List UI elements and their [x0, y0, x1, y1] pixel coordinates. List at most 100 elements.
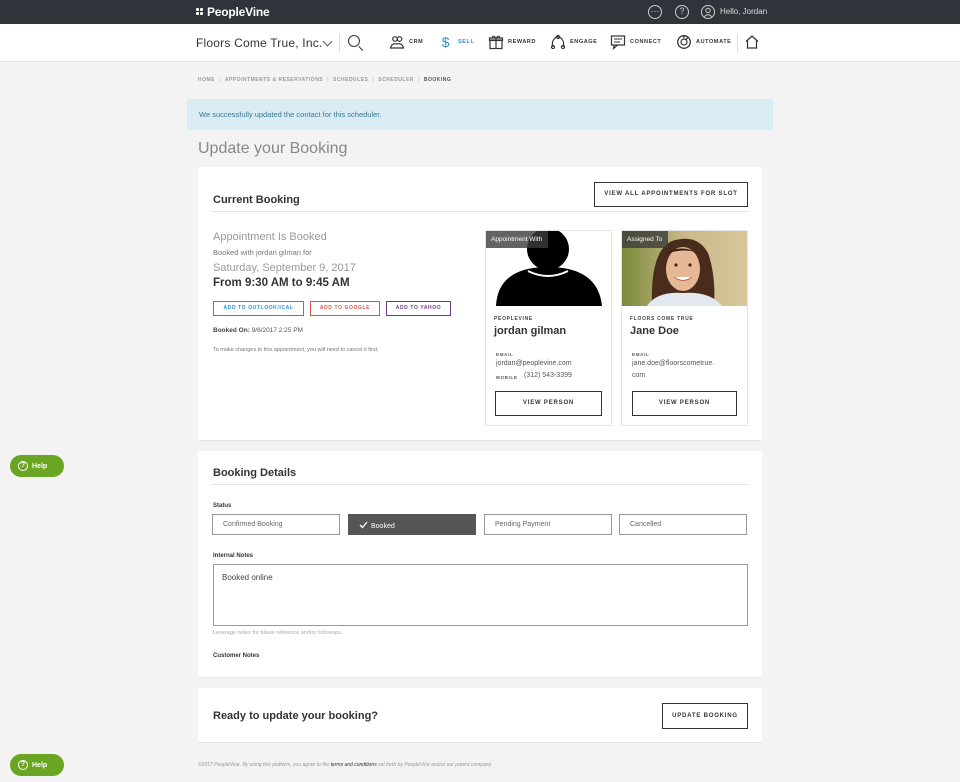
- appointment-with-card: Appointment With PEOPLEVINE jordan gilma…: [485, 230, 612, 426]
- person-name: jordan gilman: [494, 325, 567, 337]
- breadcrumb-current: BOOKING: [423, 77, 452, 83]
- logo-mark-icon: [196, 8, 204, 16]
- footer-text-end: set forth by PeopleVine and/or our paren…: [378, 762, 493, 768]
- appointment-with-tag: Appointment With: [486, 231, 549, 248]
- help-button[interactable]: ? Help: [10, 754, 64, 776]
- nav-label: CONNECT: [630, 39, 662, 45]
- help-icon[interactable]: ?: [675, 5, 689, 19]
- nav-label: ENGAGE: [570, 39, 598, 45]
- person-org: PEOPLEVINE: [494, 316, 533, 322]
- view-person-button[interactable]: VIEW PERSON: [632, 391, 737, 416]
- footer: ©2017 PeopleVine. By using this platform…: [198, 762, 492, 768]
- person-mobile[interactable]: (312) 543-3399: [524, 372, 572, 379]
- mobile-label: MOBILE: [496, 375, 518, 380]
- divider: [213, 211, 748, 212]
- greeting[interactable]: Hello, Jordan: [720, 7, 767, 16]
- breadcrumb-separator: |: [372, 77, 375, 83]
- divider: [737, 34, 738, 52]
- section-title: Booking Details: [213, 467, 297, 479]
- assigned-email[interactable]: jane.doe@floorscometrue.: [632, 360, 714, 367]
- breadcrumb-scheduler[interactable]: SCHEDULER: [378, 77, 414, 83]
- add-to-yahoo-button[interactable]: ADD TO YAHOO: [386, 301, 451, 316]
- chevron-down-icon[interactable]: [322, 36, 333, 47]
- section-title: Current Booking: [213, 194, 300, 206]
- internal-notes-textarea[interactable]: Booked online: [213, 564, 748, 626]
- booked-on: Booked On: 9/6/2017 2:25 PM: [213, 327, 303, 334]
- internal-notes-label: Internal Notes: [213, 553, 254, 559]
- appointment-date: Saturday, September 9, 2017: [213, 262, 356, 274]
- breadcrumb-schedules[interactable]: SCHEDULES: [333, 77, 368, 83]
- gift-icon: [488, 34, 504, 50]
- help-label: Help: [32, 761, 48, 769]
- help-icon: ?: [18, 461, 28, 471]
- customer-notes-label: Customer Notes: [213, 653, 260, 659]
- email-label: EMAIL: [632, 352, 650, 357]
- breadcrumb-separator: |: [417, 77, 420, 83]
- dollar-icon: $: [441, 34, 451, 50]
- person-avatar: Appointment With: [486, 231, 611, 306]
- current-booking-card: Current Booking VIEW ALL APPOINTMENTS FO…: [198, 167, 762, 441]
- update-booking-button[interactable]: UPDATE BOOKING: [662, 703, 748, 729]
- assigned-org: FLOORS COME TRUE: [630, 316, 694, 322]
- email-label: EMAIL: [496, 352, 514, 357]
- footer-text: ©2017 PeopleVine. By using this platform…: [198, 762, 330, 768]
- terms-link[interactable]: terms and conditions: [331, 762, 377, 768]
- divider: [213, 484, 748, 485]
- nav-label: AUTOMATE: [696, 39, 732, 45]
- breadcrumb-appointments[interactable]: APPOINTMENTS & RESERVATIONS: [225, 77, 323, 83]
- top-bar: PeopleVine ··· ? Hello, Jordan: [0, 0, 960, 24]
- assigned-photo: Assigned To: [622, 231, 747, 306]
- crm-icon: [389, 34, 405, 50]
- status-label: Status: [213, 503, 232, 509]
- assigned-to-tag: Assigned To: [622, 231, 669, 248]
- nav-automate[interactable]: AUTOMATE: [676, 34, 731, 50]
- account-selector[interactable]: Floors Come True, Inc.: [196, 36, 322, 50]
- engage-icon: [550, 34, 566, 50]
- status-option-cancelled[interactable]: Cancelled: [619, 514, 747, 535]
- person-email[interactable]: jordan@peoplevine.com: [496, 360, 572, 367]
- status-option-confirmed[interactable]: Confirmed Booking: [212, 514, 340, 535]
- appointment-time: From 9:30 AM to 9:45 AM: [213, 277, 350, 289]
- nav-label: SELL: [458, 39, 475, 45]
- help-button[interactable]: ? Help: [10, 455, 64, 477]
- booked-on-label: Booked On:: [213, 327, 250, 334]
- logo-text: PeopleVine: [207, 5, 270, 19]
- status-option-booked[interactable]: Booked: [348, 514, 476, 535]
- main-nav: Floors Come True, Inc. CRM $ SELL REWARD…: [0, 24, 960, 62]
- divider: [339, 34, 340, 52]
- user-icon[interactable]: [701, 5, 715, 19]
- nav-sell[interactable]: $ SELL: [438, 34, 474, 50]
- nav-label: REWARD: [508, 39, 537, 45]
- status-option-pending-payment[interactable]: Pending Payment: [484, 514, 612, 535]
- appointment-status: Appointment Is Booked: [213, 231, 327, 243]
- view-person-button[interactable]: VIEW PERSON: [495, 391, 602, 416]
- home-icon[interactable]: [745, 35, 759, 49]
- add-to-google-button[interactable]: ADD TO GOOGLE: [310, 301, 380, 316]
- nav-label: CRM: [409, 39, 424, 45]
- nav-crm[interactable]: CRM: [389, 34, 423, 50]
- search-icon[interactable]: [348, 35, 360, 47]
- breadcrumb-separator: |: [219, 77, 221, 83]
- chat-icon: [610, 34, 626, 51]
- assigned-name: Jane Doe: [630, 325, 679, 337]
- automate-icon: [676, 34, 692, 50]
- status-option-label: Booked: [371, 523, 395, 530]
- assigned-email-continued[interactable]: com: [632, 372, 645, 379]
- nav-engage[interactable]: ENGAGE: [550, 34, 597, 50]
- view-all-appointments-button[interactable]: VIEW ALL APPOINTMENTS FOR SLOT: [594, 182, 748, 207]
- update-prompt: Ready to update your booking?: [213, 710, 379, 722]
- cancel-note: To make changes to this appointment, you…: [213, 347, 379, 353]
- booking-details-card: Booking Details Status Confirmed Booking…: [198, 451, 762, 678]
- checkmark-icon: [359, 521, 368, 529]
- success-alert: We successfully updated the contact for …: [187, 99, 773, 130]
- breadcrumb-home[interactable]: HOME: [198, 77, 215, 83]
- nav-reward[interactable]: REWARD: [488, 34, 536, 50]
- breadcrumb-separator: |: [327, 77, 330, 83]
- more-icon[interactable]: ···: [648, 5, 662, 19]
- add-to-outlook-button[interactable]: ADD TO OUTLOOK/ICAL: [213, 301, 304, 316]
- page-title: Update your Booking: [198, 140, 348, 157]
- nav-connect[interactable]: CONNECT: [610, 34, 662, 51]
- peoplevine-logo[interactable]: PeopleVine: [196, 5, 270, 19]
- help-label: Help: [32, 462, 48, 470]
- breadcrumb: HOME | APPOINTMENTS & RESERVATIONS | SCHED…: [198, 77, 451, 83]
